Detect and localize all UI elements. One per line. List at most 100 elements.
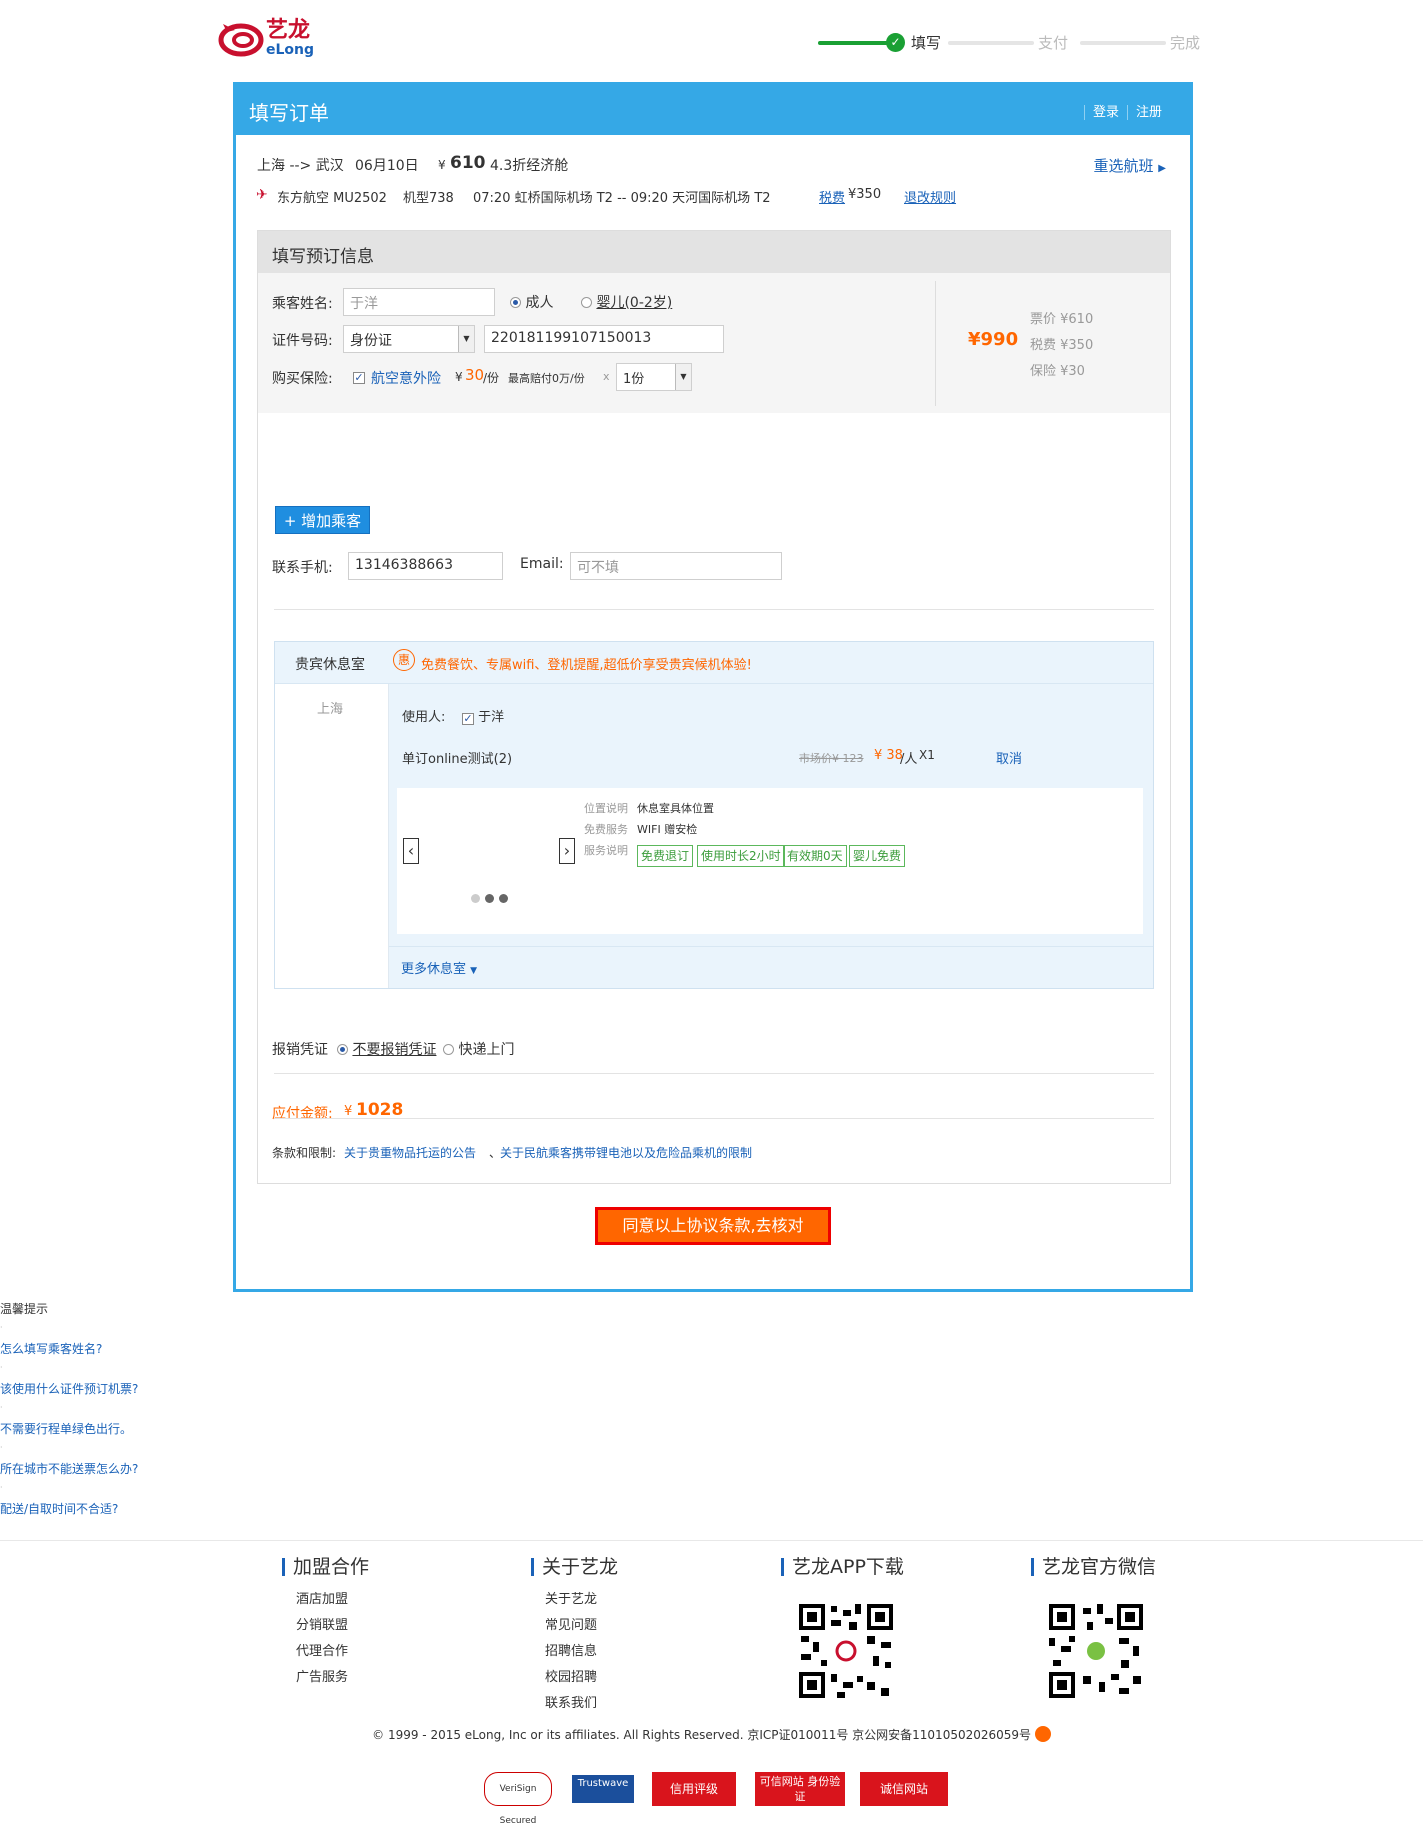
tip-link[interactable]: 怎么填写乘客姓名? (0, 1340, 102, 1357)
service-tag: 使用时长2小时 (697, 845, 785, 867)
add-passenger-button[interactable]: + 增加乘客 (275, 506, 370, 534)
insurance-name-link[interactable]: 航空意外险 (371, 368, 441, 388)
express-label: 快递上门 (458, 1042, 515, 1058)
refund-rules-link[interactable]: 退改规则 (904, 187, 956, 206)
free-service-value: WIFI 赠安检 (637, 823, 698, 836)
tip-link[interactable]: 所在城市不能送票怎么办? (0, 1460, 138, 1477)
footer-col-title: 关于艺龙 (531, 1558, 618, 1577)
footer-link[interactable]: 招聘信息 (545, 1640, 618, 1659)
step-pay: 支付 (1038, 34, 1069, 52)
footer-link[interactable]: 联系我们 (545, 1692, 618, 1711)
footer-link[interactable]: 常见问题 (545, 1614, 618, 1633)
tip-link[interactable]: 不需要行程单绿色出行。 (0, 1420, 132, 1437)
no-receipt-label: 不要报销凭证 (352, 1042, 437, 1058)
location-value: 休息室具体位置 (637, 802, 714, 815)
tip-link[interactable]: 该使用什么证件预订机票? (0, 1380, 138, 1397)
footer-col-partners: 加盟合作 酒店加盟 分销联盟 代理合作 广告服务 (282, 1558, 369, 1685)
step-line-done (818, 41, 888, 45)
payable-amount: 1028 (356, 1100, 404, 1120)
lounge-user-label: 使用人: (402, 710, 446, 725)
adult-label: 成人 (525, 295, 554, 311)
times-sign: x (603, 370, 610, 383)
flight-route: 上海 --> 武汉 (257, 158, 344, 174)
tax-link[interactable]: 税费 (819, 187, 845, 206)
lounge-detail: 使用人: ✓ 于洋 单订online测试(2) 市场价¥ 123 ¥ 38 /人… (389, 684, 1153, 988)
radio-icon (510, 297, 521, 308)
police-badge-icon[interactable] (1034, 1726, 1051, 1742)
radio-icon (443, 1044, 454, 1055)
terms-label: 条款和限制: (272, 1146, 337, 1160)
flight-discount: 4.3折经济舱 (490, 158, 569, 174)
reselect-flight-link[interactable]: 重选航班 ▶ (1094, 155, 1167, 176)
lounge-promo: 免费餐饮、专属wifi、登机提醒,超低价享受贵宾候机体验! (421, 658, 752, 673)
footer-link[interactable]: 关于艺龙 (545, 1588, 618, 1607)
lounge-user-name: 于洋 (478, 710, 505, 725)
footer-link[interactable]: 酒店加盟 (296, 1588, 369, 1607)
trustwave-badge-icon[interactable]: Trustwave (572, 1775, 634, 1803)
service-tag: 免费退订 (637, 845, 694, 867)
insurance-price: 30 (465, 366, 485, 384)
lounge-product: 单订online测试(2) (402, 752, 513, 767)
agree-submit-button[interactable]: 同意以上协议条款,去核对 (595, 1207, 831, 1245)
express-radio[interactable]: 快递上门 (443, 1039, 514, 1059)
lounge-cancel-link[interactable]: 取消 (996, 748, 1022, 767)
login-link[interactable]: 登录 (1083, 105, 1127, 120)
vip-lounge-section: 贵宾休息室 惠 免费餐饮、专属wifi、登机提醒,超低价享受贵宾候机体验! 上海… (274, 641, 1154, 989)
booking-form: 填写预订信息 乘客姓名: 于洋 成人 婴儿(0-2岁) 证件号码: 身份证 ▼ 2… (257, 230, 1171, 1184)
flight-airline: 东方航空 MU2502 (277, 191, 387, 206)
register-link[interactable]: 注册 (1126, 105, 1170, 120)
carousel-dot[interactable] (499, 894, 508, 903)
verisign-badge-icon[interactable]: VeriSign Secured (484, 1772, 552, 1826)
tip-link[interactable]: 配送/自取时间不合适? (0, 1500, 118, 1517)
lounge-price: ¥ 38 (874, 748, 903, 763)
lounge-user-checkbox[interactable]: ✓ 于洋 (462, 706, 504, 725)
integrity-site-badge-icon[interactable]: 诚信网站 (860, 1772, 948, 1806)
id-number-input[interactable]: 220181199107150013 (484, 325, 724, 353)
insurance-qty-select[interactable]: 1份 ▼ (616, 363, 692, 391)
insurance-qty-value: 1份 (623, 372, 645, 387)
trusted-site-badge-icon[interactable]: 可信网站 身份验证 (755, 1772, 845, 1806)
divider (274, 609, 1154, 610)
adult-radio[interactable]: 成人 (510, 292, 553, 312)
carousel-dot[interactable] (485, 894, 494, 903)
footer-link[interactable]: 代理合作 (296, 1640, 369, 1659)
email-input[interactable]: 可不填 (570, 552, 782, 580)
phone-label: 联系手机: (272, 560, 333, 576)
terms-link-battery[interactable]: 关于民航乘客携带锂电池以及危险品乘机的限制 (500, 1144, 752, 1161)
carousel-dot[interactable] (471, 894, 480, 903)
infant-label: 婴儿(0-2岁) (596, 295, 673, 311)
divider (274, 1073, 1154, 1074)
service-tag: 婴儿免费 (849, 845, 906, 867)
lounge-city: 上海 (317, 702, 344, 717)
china-eastern-icon: ✈ (256, 187, 268, 203)
email-label: Email: (520, 556, 564, 572)
footer-col-title: 艺龙APP下载 (781, 1558, 904, 1577)
phone-input[interactable]: 13146388663 (348, 552, 503, 580)
id-type-select[interactable]: 身份证 ▼ (343, 325, 475, 353)
insurance-checkbox[interactable]: ✓ (353, 368, 365, 384)
footer-col-title: 加盟合作 (282, 1558, 369, 1577)
lounge-title: 贵宾休息室 (295, 657, 365, 673)
more-lounges-link[interactable]: 更多休息室 ▼ (401, 958, 477, 977)
passenger-label: 乘客姓名: (272, 296, 333, 312)
footer-link[interactable]: 广告服务 (296, 1666, 369, 1685)
passenger-name-input[interactable]: 于洋 (343, 288, 495, 316)
form-title: 填写预订信息 (272, 247, 374, 267)
footer-link[interactable]: 校园招聘 (545, 1666, 618, 1685)
service-desc-label: 服务说明 (584, 844, 628, 857)
payable-symbol: ¥ (344, 1104, 353, 1119)
copyright: © 1999 - 2015 eLong, Inc or its affiliat… (0, 1726, 1423, 1743)
bullet: · (0, 1403, 3, 1412)
divider (935, 281, 936, 406)
infant-radio[interactable]: 婴儿(0-2岁) (581, 292, 672, 312)
terms-link-valuables[interactable]: 关于贵重物品托运的公告 (344, 1144, 476, 1161)
carousel-next-icon[interactable]: › (559, 838, 575, 864)
no-receipt-radio[interactable]: 不要报销凭证 (337, 1039, 436, 1059)
credit-rating-badge-icon[interactable]: 信用评级 (652, 1772, 736, 1806)
logo-en: eLong (266, 42, 315, 58)
discount-icon: 惠 (393, 649, 415, 671)
footer-link[interactable]: 分销联盟 (296, 1614, 369, 1633)
ticket-price: 票价 ¥610 (1030, 312, 1094, 327)
carousel-prev-icon[interactable]: ‹ (403, 838, 419, 864)
checkbox-icon: ✓ (462, 712, 474, 725)
